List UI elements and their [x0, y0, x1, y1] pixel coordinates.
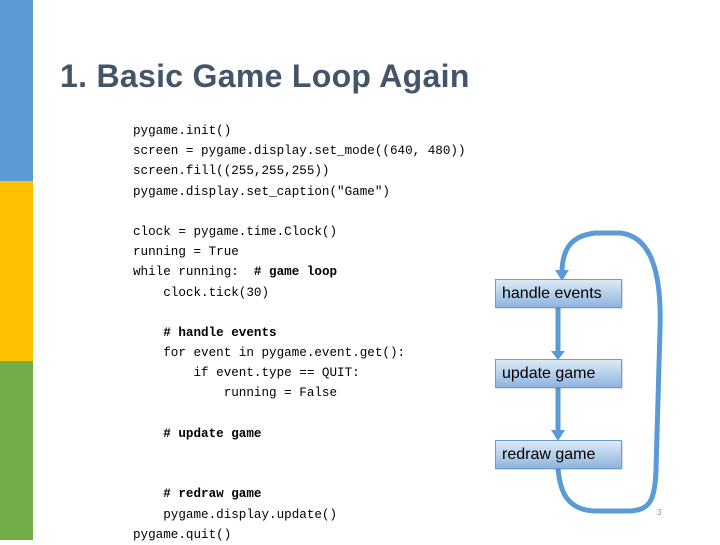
code-line: pygame.display.update() [133, 505, 466, 525]
step-handle-events: handle events [495, 279, 622, 308]
code-text: screen = pygame.display.set_mode((640, 4… [133, 144, 466, 159]
code-text: if event.type == QUIT: [133, 366, 360, 381]
page-number: 3 [657, 508, 662, 517]
code-line: screen.fill((255,255,255)) [133, 161, 466, 181]
step-update-game: update game [495, 359, 622, 388]
code-block: pygame.init() screen = pygame.display.set… [133, 121, 466, 545]
code-text: pygame.init() [133, 124, 232, 138]
code-text: while running: [133, 265, 254, 280]
code-line: # update game [133, 424, 466, 444]
code-text: clock = pygame.time.Clock() [133, 224, 338, 239]
slide-title: 1. Basic Game Loop Again [60, 58, 470, 94]
sidebar-band-gold [0, 181, 38, 361]
code-line: clock = pygame.time.Clock() [133, 222, 466, 242]
sidebar-color-bands [0, 0, 38, 540]
code-line: running = True [133, 242, 466, 262]
code-line: screen = pygame.display.set_mode((640, 4… [133, 141, 466, 161]
step-redraw-game: redraw game [495, 440, 622, 469]
sidebar-band-blue [0, 0, 38, 181]
code-line: while running: # game loop [133, 262, 466, 282]
code-comment: # handle events [163, 325, 277, 340]
code-comment: # redraw game [163, 487, 262, 502]
sidebar-band-green [0, 361, 38, 540]
code-text: pygame.display.set_caption("Game") [133, 184, 390, 199]
code-line: pygame.init() [133, 121, 466, 141]
code-text: clock.tick(30) [133, 285, 270, 300]
code-text: running = False [133, 386, 338, 401]
code-comment: # game loop [253, 265, 338, 280]
code-text: pygame.display.update() [133, 507, 338, 522]
code-text: screen.fill((255,255,255)) [133, 164, 330, 179]
code-line: clock.tick(30) [133, 283, 466, 303]
code-line: pygame.display.set_caption("Game") [133, 182, 466, 202]
code-line: # redraw game [133, 484, 466, 504]
code-comment: # update game [163, 426, 262, 441]
code-line: for event in pygame.event.get(): [133, 343, 466, 363]
code-line: running = False [133, 383, 466, 403]
code-line: # handle events [133, 323, 466, 343]
code-line: if event.type == QUIT: [133, 363, 466, 383]
code-line: pygame.quit() [133, 525, 466, 545]
code-text: for event in pygame.event.get(): [133, 346, 406, 361]
code-text: running = True [133, 245, 239, 260]
